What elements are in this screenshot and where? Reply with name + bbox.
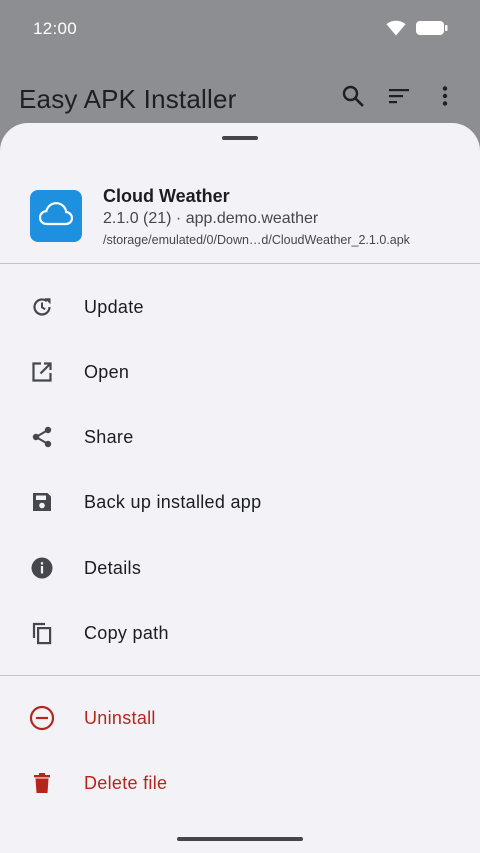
menu-item-label: Share (84, 426, 134, 447)
info-icon (29, 555, 55, 581)
app-info-header: Cloud Weather 2.1.0 (21) · app.demo.weat… (0, 186, 480, 263)
menu-item-backup[interactable]: Back up installed app (0, 474, 480, 530)
menu-item-open[interactable]: Open (0, 344, 480, 400)
battery-icon (416, 20, 448, 41)
menu-item-delete-file[interactable]: Delete file (0, 755, 480, 811)
status-time: 12:00 (33, 19, 78, 38)
divider (0, 675, 480, 676)
app-name: Cloud Weather (103, 186, 230, 206)
app-icon (30, 190, 82, 242)
open-external-icon (29, 359, 55, 385)
status-bar: 12:00 (0, 0, 480, 60)
menu-item-label: Update (84, 296, 144, 317)
divider (0, 263, 480, 264)
sort-icon (387, 84, 411, 113)
app-bar-actions (330, 82, 468, 114)
search-icon (341, 84, 365, 113)
menu-item-label: Back up installed app (84, 491, 262, 512)
screen: 12:00 Easy APK Installer Cloud Weather 2… (0, 0, 480, 853)
app-file-path: /storage/emulated/0/Down…d/CloudWeather_… (103, 233, 410, 247)
gesture-nav-handle[interactable] (177, 837, 303, 841)
share-icon (29, 424, 55, 450)
cloud-icon (38, 201, 74, 231)
app-version: 2.1.0 (21) · app.demo.weather (103, 210, 319, 227)
menu-item-uninstall[interactable]: Uninstall (0, 690, 480, 746)
drag-handle[interactable] (222, 136, 258, 140)
uninstall-icon (29, 705, 55, 731)
delete-icon (29, 770, 55, 796)
menu-item-label: Copy path (84, 622, 169, 643)
app-title: Easy APK Installer (19, 84, 237, 114)
menu-item-label: Uninstall (84, 707, 156, 728)
more-options-button[interactable] (422, 82, 468, 114)
menu-item-share[interactable]: Share (0, 409, 480, 465)
more-vert-icon (433, 84, 457, 113)
update-icon (29, 294, 55, 320)
copy-icon (29, 620, 55, 646)
save-icon (29, 489, 55, 515)
wifi-icon (386, 20, 406, 41)
menu-item-copy-path[interactable]: Copy path (0, 605, 480, 661)
search-button[interactable] (330, 82, 376, 114)
app-bar: Easy APK Installer (0, 60, 480, 130)
menu-item-label: Delete file (84, 772, 168, 793)
menu-item-label: Open (84, 361, 130, 382)
menu-item-label: Details (84, 557, 142, 578)
bottom-sheet: Cloud Weather 2.1.0 (21) · app.demo.weat… (0, 123, 480, 853)
menu-item-update[interactable]: Update (0, 279, 480, 335)
menu-item-details[interactable]: Details (0, 540, 480, 596)
sort-button[interactable] (376, 82, 422, 114)
status-icons (386, 20, 448, 41)
